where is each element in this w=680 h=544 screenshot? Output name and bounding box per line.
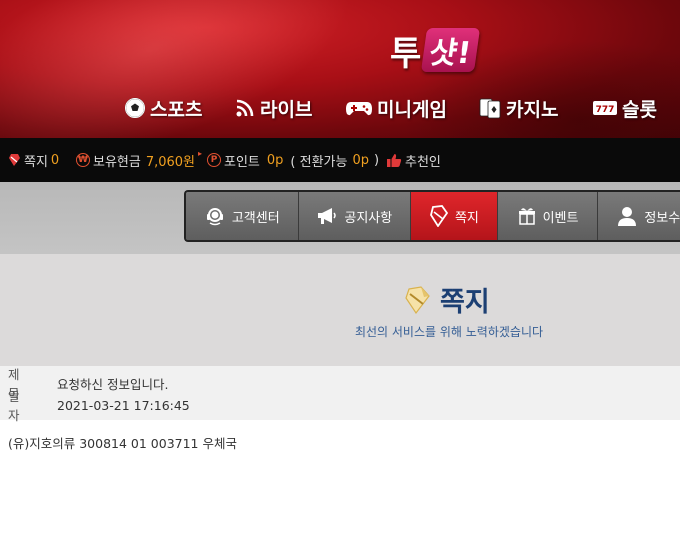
tab-messages[interactable]: 쪽지 <box>411 192 498 240</box>
date-label: 일자 <box>8 389 20 423</box>
site-header <box>0 0 680 138</box>
thumbs-up-icon <box>387 153 402 167</box>
tab-events[interactable]: 이벤트 <box>497 192 599 240</box>
svg-text:777: 777 <box>596 105 615 115</box>
site-logo[interactable]: 투 샷! <box>390 26 481 74</box>
nav-casino[interactable]: 카지노 <box>478 92 558 124</box>
message-label: 쪽지 <box>24 154 48 170</box>
user-info-bar: 쪽지 0 ₩ 보유현금 7,060원 ▸ P 포인트 0p ( 전환가능 0p … <box>0 138 680 182</box>
tab-customer-center[interactable]: 고객센터 <box>186 192 299 240</box>
cash-value: 7,060원 <box>145 154 196 170</box>
cash-balance: ₩ 보유현금 7,060원 ▸ <box>76 138 202 182</box>
message-meta: 제목 요청하신 정보입니다. 일자 2021-03-21 17:16:45 <box>0 366 680 423</box>
convert-close: ) <box>374 152 380 168</box>
sub-navigation: 고객센터 공지사항 쪽지 이벤트 정보수 <box>184 190 680 242</box>
nav-live-label: 라이브 <box>260 98 313 121</box>
nav-casino-label: 카지노 <box>506 98 559 121</box>
soccer-ball-icon <box>124 97 146 119</box>
megaphone-icon <box>318 208 337 224</box>
point-icon: P <box>207 153 221 167</box>
cash-label: 보유현금 <box>93 154 141 170</box>
message-body: (유)지호의류 300814 01 003711 우체국 <box>8 436 237 451</box>
recommend-link[interactable]: 추천인 <box>386 138 441 182</box>
subject-value: 요청하신 정보입니다. <box>57 376 169 392</box>
page-title-text: 쪽지 <box>440 287 490 318</box>
message-note-icon <box>429 205 449 227</box>
message-note-icon <box>9 154 20 166</box>
convert-open: ( 전환가능 <box>290 154 348 170</box>
cash-marker-icon: ▸ <box>198 148 203 158</box>
slot-777-icon: 777 <box>593 101 617 115</box>
live-signal-icon <box>236 99 254 117</box>
gift-icon <box>518 208 535 225</box>
logo-text-main: 투 <box>390 33 421 74</box>
message-count[interactable]: 쪽지 0 <box>8 138 59 182</box>
tab-customer-center-label: 고객센터 <box>231 210 280 226</box>
page-subtitle: 최선의 서비스를 위해 노력하겠습니다 <box>0 323 680 340</box>
message-count-value: 0 <box>50 152 60 168</box>
nav-slot-label: 슬롯 <box>622 98 657 121</box>
nav-sports-label: 스포츠 <box>150 98 203 121</box>
playing-cards-icon <box>479 98 501 119</box>
convert-value: 0p <box>352 152 369 168</box>
page-subtitle-text: 최선의 서비스를 위해 노력하겠습니다 <box>354 325 544 339</box>
tab-notice-label: 공지사항 <box>344 210 393 226</box>
date-value: 2021-03-21 17:16:45 <box>57 397 190 413</box>
page-title-banner <box>0 254 680 366</box>
nav-live[interactable]: 라이브 <box>234 92 312 124</box>
tab-messages-label: 쪽지 <box>454 210 479 226</box>
nav-minigame[interactable]: 미니게임 <box>345 92 447 124</box>
user-icon <box>618 207 637 226</box>
logo-text-badge: 샷! <box>421 28 481 72</box>
headset-icon <box>206 208 223 226</box>
message-note-icon <box>405 285 430 314</box>
page-title: 쪽지 <box>404 280 490 319</box>
point-value: 0p <box>266 152 284 168</box>
tab-events-label: 이벤트 <box>542 210 579 226</box>
tab-user-info[interactable]: 정보수 <box>598 192 680 240</box>
point-balance[interactable]: P 포인트 0p ( 전환가능 0p ) <box>207 138 379 182</box>
tab-user-info-label: 정보수 <box>644 210 680 226</box>
nav-sports[interactable]: 스포츠 <box>124 92 202 124</box>
recommend-label: 추천인 <box>405 154 441 170</box>
tab-notice[interactable]: 공지사항 <box>298 192 412 240</box>
nav-minigame-label: 미니게임 <box>377 98 447 121</box>
nav-slot[interactable]: 777 슬롯 <box>592 92 657 124</box>
gamepad-icon <box>346 102 372 116</box>
won-icon: ₩ <box>76 153 90 167</box>
point-label: 포인트 <box>224 154 260 170</box>
